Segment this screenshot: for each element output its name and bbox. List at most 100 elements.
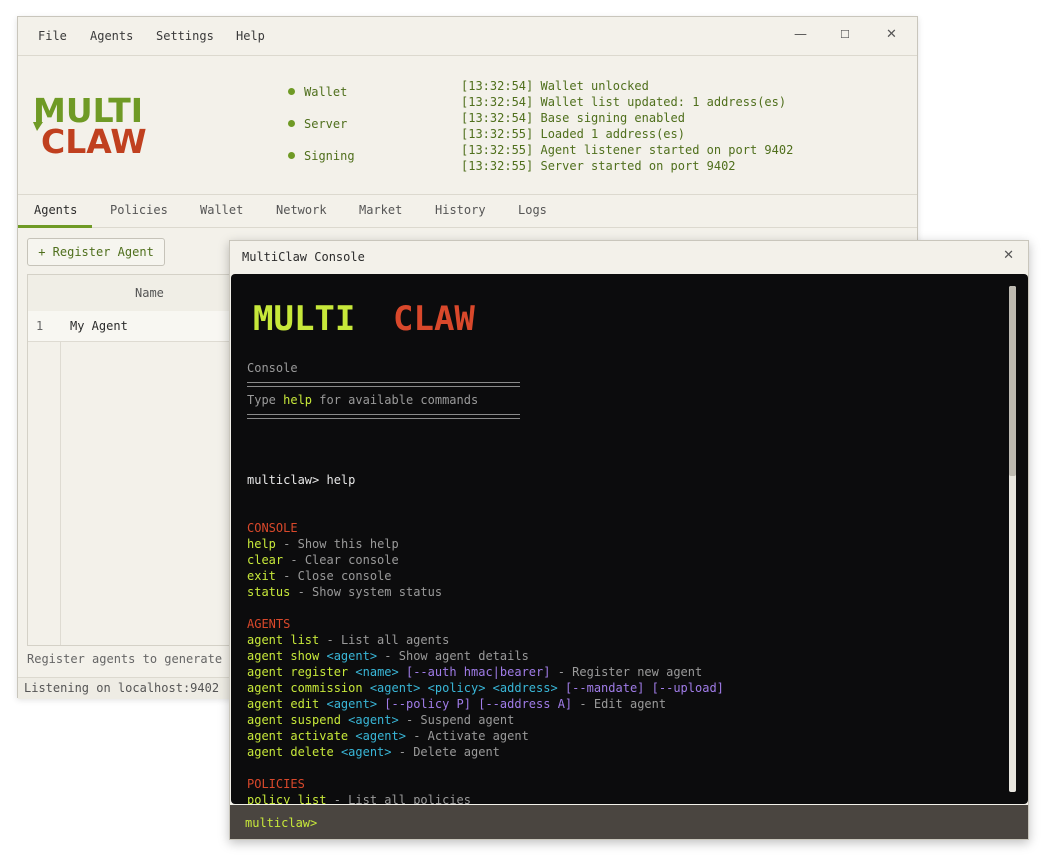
help-argument: [--mandate] <box>564 681 645 695</box>
close-button[interactable]: ✕ <box>886 27 897 42</box>
tab-policies[interactable]: Policies <box>110 203 168 217</box>
menu-agents[interactable]: Agents <box>90 29 133 43</box>
menu-settings[interactable]: Settings <box>156 29 214 43</box>
help-command: agent list <box>247 633 320 647</box>
console-title: MultiClaw Console <box>242 250 365 264</box>
log-line: [13:32:54] Base signing enabled <box>461 111 685 125</box>
log-line: [13:32:55] Server started on port 9402 <box>461 159 736 173</box>
help-argument: <address> <box>492 681 558 695</box>
help-argument: [--policy P] <box>384 697 471 711</box>
help-line: clear - Clear console <box>247 553 399 567</box>
event-log: [13:32:54] Wallet unlocked [13:32:54] Wa… <box>461 78 793 174</box>
prompt-label: multiclaw> <box>247 473 320 487</box>
help-line: agent show <agent> - Show agent details <box>247 649 529 663</box>
help-line: agent delete <agent> - Delete agent <box>247 745 500 759</box>
status-wallet: Wallet <box>288 85 347 99</box>
help-line: status - Show system status <box>247 585 443 599</box>
console-close-button[interactable]: ✕ <box>1003 248 1014 263</box>
help-command: agent show <box>247 649 320 663</box>
help-line: exit - Close console <box>247 569 392 583</box>
help-command: status <box>247 585 291 599</box>
divider <box>247 382 520 387</box>
pixel-logo-multi: MULTI <box>253 302 355 338</box>
help-argument: <agent> <box>369 681 421 695</box>
tab-history[interactable]: History <box>435 203 486 217</box>
tab-agents[interactable]: Agents <box>34 203 77 217</box>
help-section-title: POLICIES <box>247 777 305 791</box>
column-header-name[interactable]: Name <box>135 286 164 300</box>
minimize-button[interactable]: — <box>794 27 807 42</box>
active-tab-indicator <box>18 225 92 228</box>
help-output: multiclaw> help CONSOLE help - Show this … <box>247 440 724 804</box>
row-agent-name: My Agent <box>70 319 128 333</box>
tab-network[interactable]: Network <box>276 203 327 217</box>
tab-market[interactable]: Market <box>359 203 402 217</box>
menu-file[interactable]: File <box>38 29 67 43</box>
row-number-column <box>28 311 61 645</box>
help-command: agent edit <box>247 697 320 711</box>
status-label: Signing <box>304 149 355 163</box>
status-dot-icon <box>288 88 295 95</box>
help-command: agent activate <box>247 729 349 743</box>
console-input-prompt[interactable]: multiclaw> <box>245 816 317 830</box>
help-argument: [--auth hmac|bearer] <box>405 665 551 679</box>
status-bar-text: Listening on localhost:9402 <box>24 681 220 695</box>
help-line: policy list - List all policies <box>247 792 724 804</box>
console-subtitle-text: Console <box>247 361 298 375</box>
help-argument: <agent> <box>348 713 399 727</box>
maximize-button[interactable]: ☐ <box>840 28 850 41</box>
status-server: Server <box>288 117 347 131</box>
help-line: agent activate <agent> - Activate agent <box>247 729 529 743</box>
help-line: help - Show this help <box>247 537 399 551</box>
help-description: Delete agent <box>413 745 500 759</box>
menu-bar: File Agents Settings Help — ☐ ✕ <box>18 17 917 56</box>
pixel-logo-claw: CLAW <box>393 302 475 338</box>
status-label: Server <box>304 117 348 131</box>
tab-wallet[interactable]: Wallet <box>200 203 243 217</box>
help-command: clear <box>247 553 284 567</box>
terminal-output: MULTI CLAW Console Type help for availab… <box>231 274 1028 804</box>
status-signing: Signing <box>288 149 355 163</box>
logo-text-claw: CLAW <box>41 122 147 154</box>
divider <box>247 414 520 419</box>
scrollbar-thumb[interactable] <box>1009 286 1016 476</box>
help-argument: <agent> <box>326 649 378 663</box>
help-command: help <box>247 537 276 551</box>
log-line: [13:32:55] Loaded 1 address(es) <box>461 127 685 141</box>
help-description: Activate agent <box>427 729 529 743</box>
help-line: agent register <name> [--auth hmac|beare… <box>247 665 703 679</box>
console-scrollbar[interactable] <box>1009 286 1016 792</box>
help-description: Show this help <box>297 537 399 551</box>
help-command: agent suspend <box>247 713 341 727</box>
help-command: agent commission <box>247 681 363 695</box>
help-argument: <agent> <box>326 697 378 711</box>
menu-help[interactable]: Help <box>236 29 265 43</box>
help-argument: <policy> <box>427 681 486 695</box>
help-argument: <agent> <box>340 745 392 759</box>
console-window: MultiClaw Console ✕ MULTI CLAW Console T… <box>229 240 1029 840</box>
help-argument: <name> <box>355 665 399 679</box>
multiclaw-logo: MULTI CLAW <box>33 94 147 154</box>
help-section-title: CONSOLE <box>247 521 298 535</box>
help-description: Show agent details <box>398 649 529 663</box>
status-label: Wallet <box>304 85 348 99</box>
console-subtitle: Console <box>247 360 298 376</box>
register-agent-button[interactable]: + Register Agent <box>27 238 165 266</box>
row-index: 1 <box>36 319 44 333</box>
help-description: List all agents <box>340 633 450 647</box>
console-type-hint: Type help for available commands <box>247 392 478 408</box>
help-description: Suspend agent <box>420 713 515 727</box>
help-line: agent suspend <agent> - Suspend agent <box>247 713 515 727</box>
hint-suffix: for available commands <box>312 393 479 407</box>
help-command: agent delete <box>247 745 334 759</box>
console-input-bar[interactable]: multiclaw> <box>230 805 1028 839</box>
help-line: agent list - List all agents <box>247 633 450 647</box>
help-section-title: AGENTS <box>247 617 291 631</box>
help-description: Edit agent <box>593 697 667 711</box>
help-description: Clear console <box>304 553 399 567</box>
hint-prefix: Type <box>247 393 284 407</box>
help-line: agent edit <agent> [--policy P] [--addre… <box>247 697 667 711</box>
help-command: policy list <box>247 793 327 804</box>
tab-logs[interactable]: Logs <box>518 203 547 217</box>
